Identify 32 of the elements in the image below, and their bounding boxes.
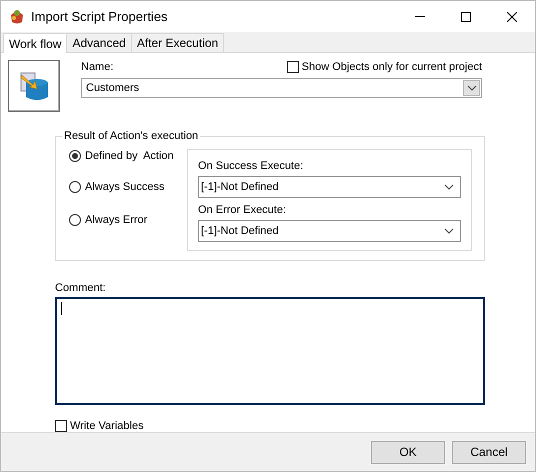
- caret-icon: [466, 85, 476, 91]
- tab[interactable]: Work flow: [3, 33, 68, 53]
- checkbox[interactable]: [286, 61, 299, 73]
- caret-icon: [444, 228, 454, 234]
- radio-label: Defined by Action: [85, 150, 174, 162]
- script-icon: [8, 60, 60, 112]
- name-label: Name:: [81, 61, 114, 73]
- radio-label: Always Error: [85, 214, 148, 226]
- name-combobox[interactable]: Customers: [81, 78, 482, 98]
- success-dropdown[interactable]: [-1]-Not Defined: [198, 176, 461, 198]
- dialog-button[interactable]: OK: [371, 440, 445, 464]
- error-label: On Error Execute:: [198, 204, 288, 216]
- radio-button[interactable]: [69, 181, 81, 193]
- dialog-button[interactable]: Cancel: [452, 440, 526, 464]
- comment-field[interactable]: [55, 297, 485, 405]
- maximize-icon[interactable]: [461, 12, 471, 22]
- radio-label: Always Success: [85, 181, 164, 193]
- radio-button[interactable]: [69, 150, 81, 162]
- radio-button[interactable]: [69, 214, 81, 226]
- comment-label: Comment:: [55, 282, 107, 294]
- dropdown-button[interactable]: [463, 80, 480, 96]
- success-label: On Success Execute:: [198, 160, 304, 172]
- close-icon[interactable]: [507, 12, 517, 22]
- group-title: Result of Action's execution: [62, 130, 200, 142]
- checkbox-label: Show Objects only for current project: [302, 61, 482, 73]
- caret-icon: [444, 184, 454, 190]
- window-title: Import Script Properties: [31, 9, 169, 24]
- error-dropdown[interactable]: [-1]-Not Defined: [198, 220, 461, 242]
- tab[interactable]: After Execution: [130, 33, 224, 52]
- checkbox[interactable]: [55, 420, 67, 432]
- app-icon: [9, 8, 25, 24]
- checkbox-label: Write Variables: [70, 420, 144, 432]
